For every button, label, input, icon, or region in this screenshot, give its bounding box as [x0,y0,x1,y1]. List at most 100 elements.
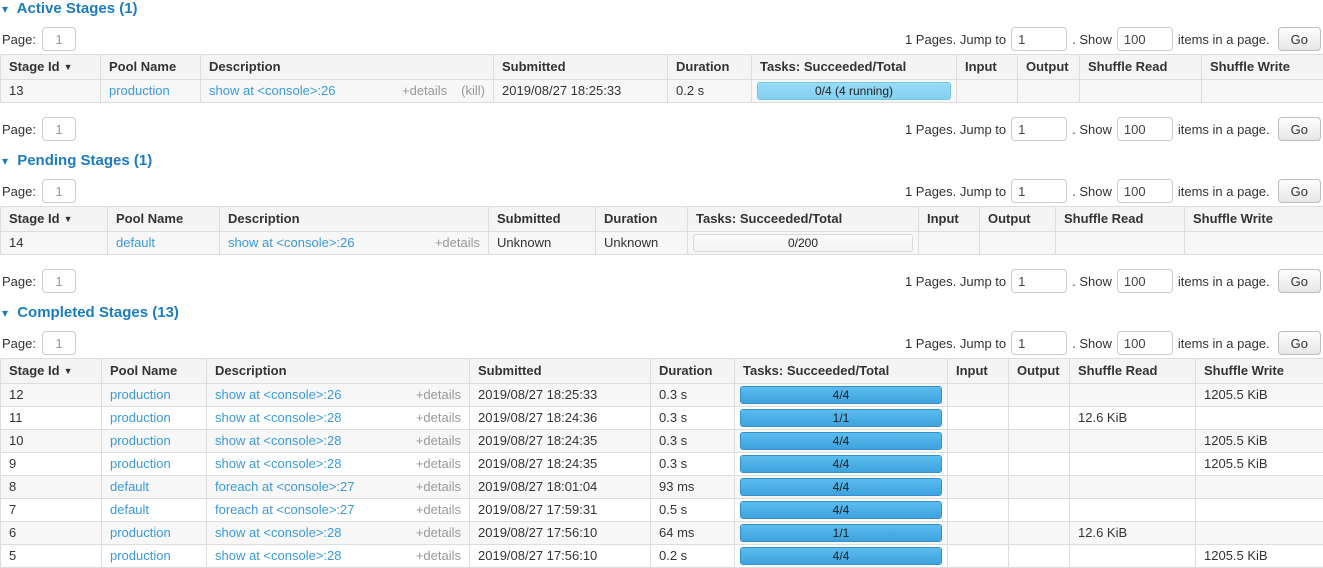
input-cell [948,545,1009,568]
column-header: Tasks: Succeeded/Total [735,359,948,384]
pool-name-link[interactable]: production [110,456,171,471]
column-header-label: Output [988,211,1031,226]
pool-name-link[interactable]: production [109,83,170,98]
details-toggle-link[interactable]: +details [416,387,461,402]
page-number-input[interactable] [42,269,76,293]
column-header: Output [980,207,1056,232]
shuffle-write-cell: 1205.5 KiB [1196,384,1323,407]
collapse-arrow-icon: ▾ [2,2,8,16]
column-header: Description [207,359,470,384]
page-number-input[interactable] [42,117,76,141]
description-link[interactable]: show at <console>:26 [215,387,341,403]
jump-to-input[interactable] [1011,331,1067,355]
description-cell: show at <console>:28 +details [207,545,470,568]
description-link[interactable]: show at <console>:28 [215,433,341,449]
pages-count-label: 1 Pages. Jump to [905,274,1006,289]
page-number-input[interactable] [42,27,76,51]
details-toggle-link[interactable]: +details [435,235,480,250]
input-cell [957,80,1018,103]
pool-name-link[interactable]: production [110,410,171,425]
shuffle-write-cell: 1205.5 KiB [1196,453,1323,476]
pending-stages-heading[interactable]: ▾ Pending Stages (1) [2,153,1321,169]
column-header-label: Shuffle Read [1088,59,1167,74]
submitted-cell: 2019/08/27 18:24:35 [470,430,651,453]
show-count-input[interactable] [1117,117,1173,141]
duration-cell: 0.3 s [651,407,735,430]
column-header: Submitted [494,55,668,80]
kill-link[interactable]: (kill) [461,83,485,98]
stage-row: 7defaultforeach at <console>:27+details2… [1,499,1323,522]
output-cell [1009,430,1070,453]
details-toggle-link[interactable]: +details [416,410,461,425]
jump-to-input[interactable] [1011,269,1067,293]
shuffle-write-cell [1196,522,1323,545]
column-header: Input [948,359,1009,384]
details-toggle-link[interactable]: +details [416,479,461,494]
jump-to-input[interactable] [1011,179,1067,203]
pagination-bar: Page: 1 Pages. Jump to . Show items in a… [0,179,1323,203]
description-cell: show at <console>:26 +details [220,232,489,255]
active-stages-heading[interactable]: ▾ Active Stages (1) [2,1,1321,17]
active-stages-table: Stage Id▼Pool NameDescriptionSubmittedDu… [0,54,1323,103]
table-header-row: Stage Id▼Pool NameDescriptionSubmittedDu… [1,359,1323,384]
details-toggle-link[interactable]: +details [416,502,461,517]
column-header[interactable]: Stage Id▼ [1,207,108,232]
description-link[interactable]: show at <console>:26 [228,235,354,251]
completed-stages-heading[interactable]: ▾ Completed Stages (13) [2,305,1321,321]
shuffle-write-cell [1196,476,1323,499]
tasks-progress-bar: 4/4 [740,455,942,473]
pool-name-link[interactable]: production [110,525,171,540]
column-header-label: Submitted [497,211,561,226]
pool-name-link[interactable]: production [110,548,171,563]
shuffle-write-cell [1196,407,1323,430]
show-label: . Show [1072,336,1112,351]
description-link[interactable]: show at <console>:28 [215,456,341,472]
pool-name-link[interactable]: default [110,479,149,494]
description-link[interactable]: show at <console>:28 [215,548,341,564]
go-button[interactable]: Go [1278,269,1321,293]
tasks-cell: 4/4 [735,430,948,453]
jump-to-input[interactable] [1011,27,1067,51]
description-link[interactable]: foreach at <console>:27 [215,479,355,495]
description-cell: show at <console>:28 +details [207,522,470,545]
stage-row: 5productionshow at <console>:28+details2… [1,545,1323,568]
column-header[interactable]: Stage Id▼ [1,359,102,384]
column-header-label: Pool Name [109,59,176,74]
submitted-cell: 2019/08/27 17:59:31 [470,499,651,522]
pool-name-link[interactable]: default [110,502,149,517]
show-count-input[interactable] [1117,27,1173,51]
details-toggle-link[interactable]: +details [416,433,461,448]
description-link[interactable]: show at <console>:28 [215,525,341,541]
column-header: Input [957,55,1018,80]
column-header-label: Description [215,363,287,378]
show-count-input[interactable] [1117,179,1173,203]
jump-to-input[interactable] [1011,117,1067,141]
page-number-input[interactable] [42,179,76,203]
pool-name-link[interactable]: production [110,433,171,448]
page-number-input[interactable] [42,331,76,355]
submitted-cell: 2019/08/27 18:01:04 [470,476,651,499]
description-link[interactable]: foreach at <console>:27 [215,502,355,518]
column-header: Shuffle Write [1202,55,1323,80]
description-link[interactable]: show at <console>:26 [209,83,335,99]
details-toggle-link[interactable]: +details [402,83,447,98]
pool-name-link[interactable]: production [110,387,171,402]
completed-top-pager: Page: 1 Pages. Jump to . Show items in a… [0,331,1323,355]
go-button[interactable]: Go [1278,179,1321,203]
column-header[interactable]: Stage Id▼ [1,55,101,80]
column-header: Pool Name [102,359,207,384]
go-button[interactable]: Go [1278,117,1321,141]
show-count-input[interactable] [1117,331,1173,355]
pending-stages-section: ▾ Pending Stages (1) Page: 1 Pages. Jump… [0,153,1323,293]
details-toggle-link[interactable]: +details [416,525,461,540]
pool-name-link[interactable]: default [116,235,155,250]
details-toggle-link[interactable]: +details [416,548,461,563]
spark-stages-page: ▾ Active Stages (1) Page: 1 Pages. Jump … [0,1,1323,568]
description-link[interactable]: show at <console>:28 [215,410,341,426]
go-button[interactable]: Go [1278,331,1321,355]
show-count-input[interactable] [1117,269,1173,293]
tasks-cell: 4/4 [735,499,948,522]
show-label: . Show [1072,184,1112,199]
details-toggle-link[interactable]: +details [416,456,461,471]
go-button[interactable]: Go [1278,27,1321,51]
